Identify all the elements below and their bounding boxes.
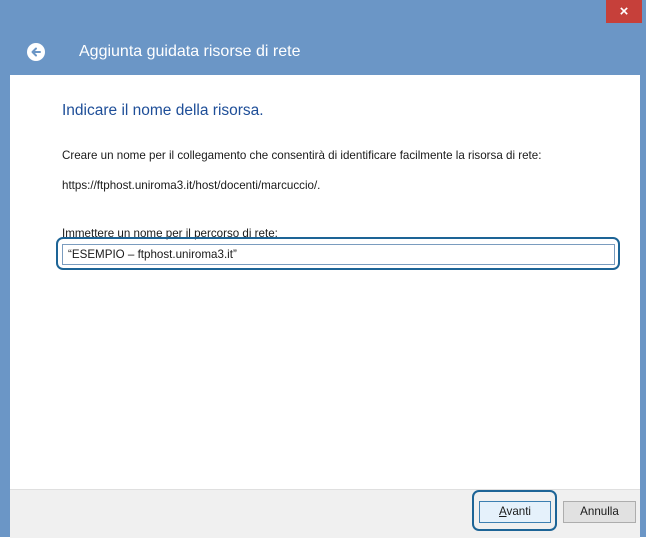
page-heading: Indicare il nome della risorsa. bbox=[62, 102, 264, 119]
wizard-window: × Aggiunta guidata risorse di rete Indic… bbox=[0, 0, 646, 538]
wizard-content: Indicare il nome della risorsa. Creare u… bbox=[10, 75, 640, 489]
resource-url: https://ftphost.uniroma3.it/host/docenti… bbox=[62, 179, 321, 192]
back-arrow-icon bbox=[31, 47, 41, 57]
back-button[interactable] bbox=[27, 43, 45, 61]
network-name-input[interactable]: “ESEMPIO – ftphost.uniroma3.it” bbox=[62, 244, 615, 265]
next-button[interactable]: Avanti bbox=[479, 501, 551, 523]
description-text: Creare un nome per il collegamento che c… bbox=[62, 149, 542, 162]
close-icon: × bbox=[619, 3, 629, 20]
close-button[interactable]: × bbox=[606, 0, 642, 23]
wizard-title: Aggiunta guidata risorse di rete bbox=[79, 43, 301, 60]
cancel-button[interactable]: Annulla bbox=[563, 501, 636, 523]
title-bar: × bbox=[0, 0, 646, 31]
wizard-footer: Avanti Annulla bbox=[10, 489, 640, 538]
wizard-header: Aggiunta guidata risorse di rete bbox=[10, 31, 640, 75]
